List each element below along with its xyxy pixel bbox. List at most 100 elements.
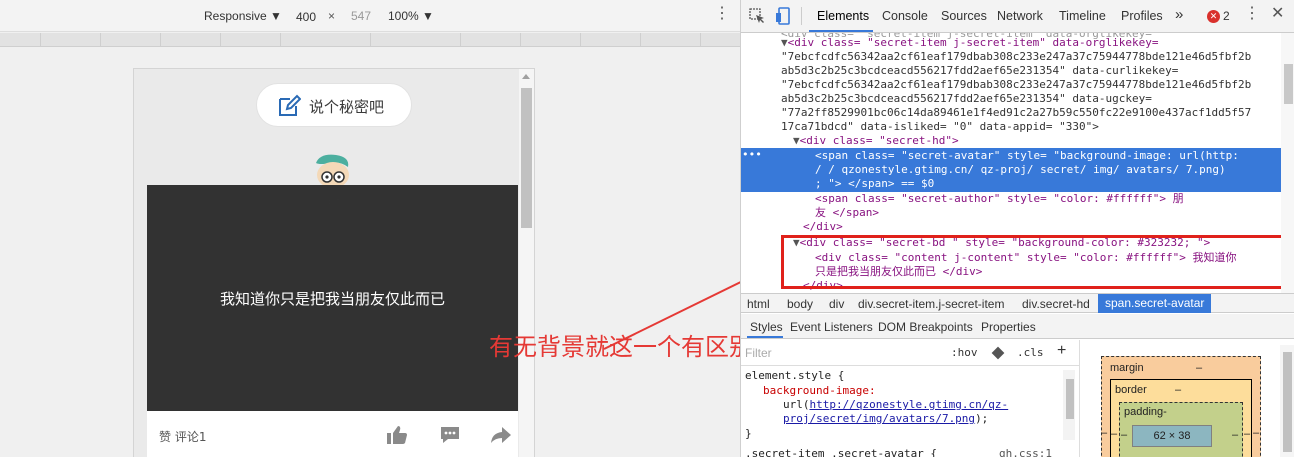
- style-selector[interactable]: .secret-item .secret-avatar {: [745, 447, 937, 457]
- class-toggle[interactable]: .cls: [1017, 346, 1044, 359]
- padding-label: padding-: [1124, 406, 1167, 418]
- devtools-tabbar: Elements Console Sources Network Timelin…: [741, 0, 1294, 33]
- tab-elements[interactable]: Elements: [817, 9, 869, 23]
- dom-line: "7ebcfcdfc56342aa2cf61eaf179dbab308c233e…: [781, 78, 1252, 91]
- tab-properties[interactable]: Properties: [981, 320, 1036, 334]
- style-value[interactable]: proj/secret/img/avatars/7.png);: [783, 412, 988, 427]
- box-model: margin – border – padding- 62 × 38 – – –…: [1079, 340, 1294, 457]
- breadcrumb: html body div div.secret-item.j-secret-i…: [741, 293, 1294, 313]
- thumbs-up-icon[interactable]: [386, 425, 408, 445]
- border-label: border: [1115, 384, 1147, 396]
- breadcrumb-html[interactable]: html: [747, 297, 770, 311]
- tab-network[interactable]: Network: [997, 9, 1043, 23]
- dom-line[interactable]: 友 </span>: [815, 206, 1294, 220]
- dom-line[interactable]: </div>: [803, 220, 1294, 234]
- footer-stats: 赞 评论1: [159, 428, 206, 445]
- border-right-value: –: [1244, 428, 1251, 440]
- chevron-down-icon: ▼: [270, 9, 282, 23]
- viewport-scroll-thumb[interactable]: [521, 88, 532, 228]
- dom-line[interactable]: ▼<div class= "secret-item j-secret-item"…: [781, 36, 1294, 50]
- styles-scroll-thumb[interactable]: [1066, 379, 1074, 419]
- say-secret-button[interactable]: 说个秘密吧: [256, 83, 412, 127]
- tab-sources[interactable]: Sources: [941, 9, 987, 23]
- box-model-border[interactable]: border – padding- 62 × 38 – – – –: [1110, 379, 1252, 457]
- close-icon[interactable]: ✕: [1271, 5, 1284, 23]
- style-url-link[interactable]: proj/secret/img/avatars/7.png: [783, 412, 975, 425]
- secret-content: 我知道你只是把我当朋友仅此而已: [219, 290, 445, 308]
- tab-dom-breakpoints[interactable]: DOM Breakpoints: [878, 320, 973, 334]
- style-url-link[interactable]: http://qzonestyle.gtimg.cn/qz-: [810, 398, 1009, 411]
- dom-line: "77a2ff8529901bc06c14da89461e1f4ed91c2a2…: [781, 106, 1252, 119]
- tab-console[interactable]: Console: [882, 9, 928, 23]
- dom-line: ab5d3c2b25c3bcdceacd556217fdd2aef65e2313…: [781, 64, 1179, 77]
- dom-line[interactable]: ▼<div class= "secret-hd">: [793, 134, 1294, 148]
- box-model-scroll-thumb[interactable]: [1283, 352, 1292, 452]
- breadcrumb-div[interactable]: div: [829, 297, 844, 311]
- scroll-up-icon[interactable]: [522, 74, 530, 79]
- style-selector[interactable]: element.style {: [745, 369, 844, 384]
- tab-profiles[interactable]: Profiles: [1121, 9, 1163, 23]
- devtools-menu-icon[interactable]: ⋮: [1244, 6, 1260, 22]
- edit-icon: [279, 94, 301, 116]
- dom-line: "7ebcfcdfc56342aa2cf61eaf179dbab308c233e…: [781, 50, 1252, 63]
- device-mode-dropdown[interactable]: Responsive ▼: [204, 9, 282, 23]
- style-value[interactable]: url(http://qzonestyle.gtimg.cn/qz-: [783, 398, 1008, 413]
- dimension-separator: ×: [328, 9, 336, 23]
- width-input[interactable]: 400: [290, 7, 322, 25]
- hover-state-toggle[interactable]: :hov: [951, 346, 978, 359]
- node-actions-icon[interactable]: •••: [742, 148, 762, 162]
- ruler: [0, 33, 740, 47]
- dom-line: 17ca71bdcd" data-isliked= "0" data-appid…: [781, 120, 1099, 133]
- style-source-link[interactable]: gh.css:1: [999, 447, 1052, 457]
- share-icon[interactable]: [490, 425, 512, 445]
- more-options-icon[interactable]: ⋮: [714, 6, 730, 22]
- error-count[interactable]: 2: [1223, 9, 1230, 23]
- add-rule-icon[interactable]: +: [1057, 342, 1066, 360]
- margin-label: margin: [1110, 362, 1144, 374]
- tab-event-listeners[interactable]: Event Listeners: [790, 320, 873, 334]
- style-property[interactable]: background-image:: [763, 384, 876, 399]
- device-mode-label: Responsive: [204, 9, 267, 23]
- inspect-element-icon[interactable]: [749, 8, 765, 24]
- margin-left-value: –: [1101, 427, 1108, 439]
- device-emulation-pane: Responsive ▼ 400 × 547 100% ▼ ⋮ 说个秘密吧 我知…: [0, 0, 740, 457]
- breadcrumb-secret-item[interactable]: div.secret-item.j-secret-item: [858, 297, 1004, 311]
- comment-count: 评论1: [174, 430, 207, 444]
- color-format-icon[interactable]: [991, 346, 1005, 360]
- dom-line-selected[interactable]: ; "> </span> == $0: [815, 177, 1294, 191]
- border-left-value: –: [1111, 428, 1118, 440]
- breadcrumb-secret-avatar[interactable]: span.secret-avatar: [1098, 294, 1212, 313]
- like-count: 赞: [159, 430, 172, 444]
- tab-timeline[interactable]: Timeline: [1059, 9, 1106, 23]
- margin-right-value: –: [1253, 427, 1260, 439]
- device-mode-icon[interactable]: [775, 7, 791, 25]
- dom-line: ab5d3c2b25c3bcdceacd556217fdd2aef65e2313…: [781, 92, 1152, 105]
- filter-input[interactable]: Filter: [745, 346, 772, 360]
- dom-line-selected[interactable]: / / qzonestyle.gtimg.cn/ qz-proj/ secret…: [815, 163, 1294, 177]
- styles-pane: element.style { background-image: url(ht…: [741, 367, 1079, 457]
- padding-right-value: –: [1232, 429, 1239, 441]
- chevron-down-icon: ▼: [422, 9, 434, 23]
- device-toolbar: Responsive ▼ 400 × 547 100% ▼ ⋮: [0, 0, 740, 32]
- height-input[interactable]: 547: [342, 7, 380, 25]
- breadcrumb-secret-hd[interactable]: div.secret-hd: [1022, 297, 1090, 311]
- zoom-dropdown[interactable]: 100% ▼: [388, 9, 434, 23]
- toolbar-separator: [801, 7, 802, 25]
- box-model-padding[interactable]: padding- 62 × 38 – –: [1119, 402, 1243, 457]
- zoom-label: 100%: [388, 9, 419, 23]
- tabs-overflow-icon[interactable]: »: [1175, 6, 1183, 23]
- breadcrumb-body[interactable]: body: [787, 297, 813, 311]
- elements-scroll-thumb[interactable]: [1284, 64, 1293, 104]
- sidebar-tabs: Styles Event Listeners DOM Breakpoints P…: [741, 314, 1294, 339]
- secret-footer: 赞 评论1: [147, 411, 518, 457]
- border-top-value: –: [1175, 384, 1182, 396]
- url-suffix: );: [975, 412, 989, 425]
- box-model-margin[interactable]: margin – border – padding- 62 × 38 – – –…: [1101, 356, 1261, 457]
- tab-styles[interactable]: Styles: [750, 320, 783, 334]
- styles-toolbar: Filter :hov .cls +: [741, 340, 1079, 366]
- comment-icon[interactable]: [439, 425, 461, 445]
- dom-line[interactable]: <span class= "secret-author" style= "col…: [815, 192, 1294, 206]
- error-icon[interactable]: ✕: [1207, 10, 1220, 23]
- box-model-content[interactable]: 62 × 38: [1132, 425, 1212, 447]
- dom-line-selected[interactable]: <span class= "secret-avatar" style= "bac…: [815, 149, 1294, 163]
